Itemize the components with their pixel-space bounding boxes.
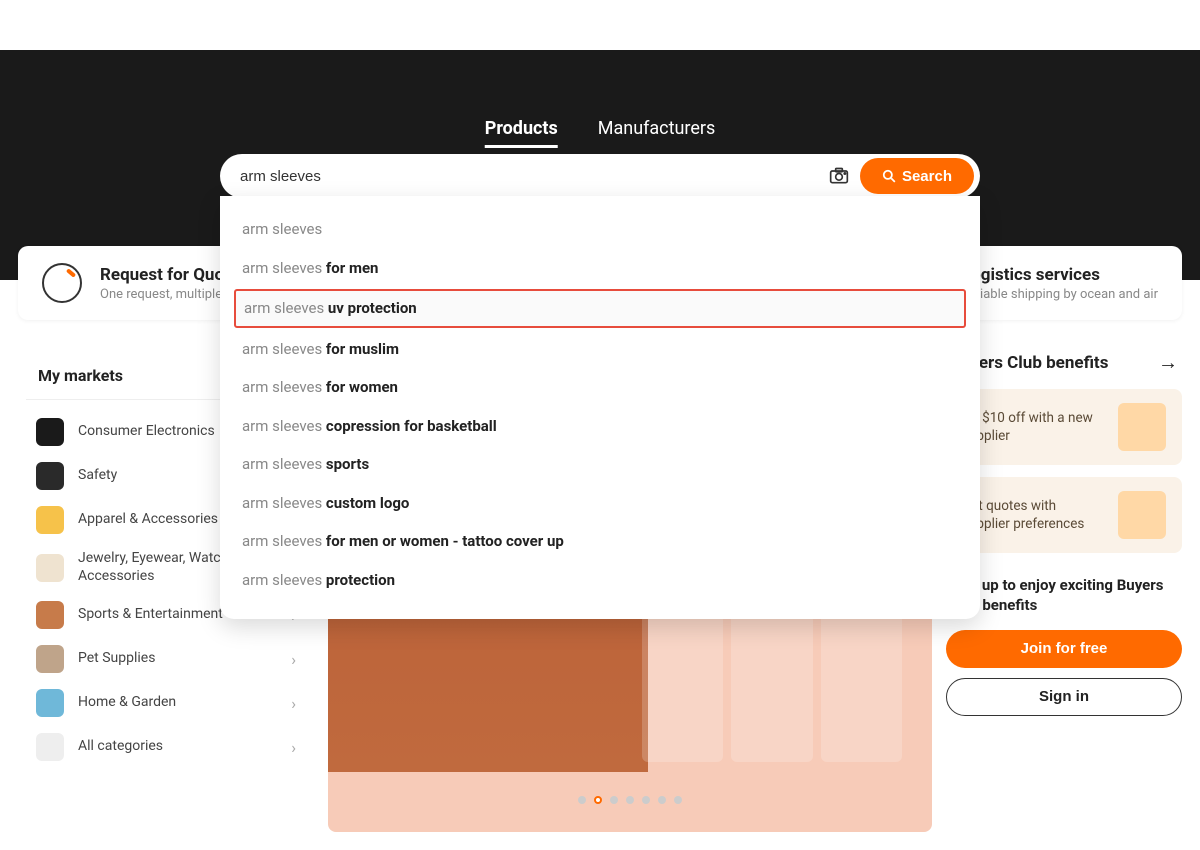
market-label: Pet Supplies [78,650,277,668]
coupon-icon [1118,403,1166,451]
benefit-text: Get quotes with supplier preferences [962,497,1106,533]
carousel-dot[interactable] [642,796,650,804]
search-suggestion[interactable]: arm sleeves for muslim [220,330,980,369]
suggestion-prefix: arm sleeves [242,494,326,512]
arrow-right-icon: → [1158,350,1178,375]
chevron-right-icon: › [291,694,296,713]
image-search-icon[interactable] [828,165,850,187]
tab-products[interactable]: Products [485,118,558,148]
market-category-icon [36,601,64,629]
market-category-icon [36,506,64,534]
search-input[interactable] [240,168,818,185]
search-suggestion[interactable]: arm sleeves for men [220,249,980,288]
search-suggestion[interactable]: arm sleeves uv protection [234,289,966,328]
suggestion-completion: for women [326,378,398,396]
market-label: Home & Garden [78,694,277,712]
suggestion-prefix: arm sleeves [244,299,328,317]
search-suggestion[interactable]: arm sleeves copression for basketball [220,407,980,446]
carousel-dot[interactable] [626,796,634,804]
market-category-icon [36,554,64,582]
market-item[interactable]: All categories › [26,725,306,769]
signup-prompt-text: Sign up to enjoy exciting Buyers Club be… [948,575,1180,616]
search-button[interactable]: Search [860,158,974,194]
logistics-right[interactable]: Logistics services Reliable shipping by … [962,265,1158,302]
search-container: Search arm sleevesarm sleeves for menarm… [220,154,980,619]
search-suggestion[interactable]: arm sleeves for men or women - tattoo co… [220,522,980,561]
market-category-icon [36,689,64,717]
suggestion-completion: custom logo [326,494,409,512]
market-category-icon [36,645,64,673]
sign-in-button[interactable]: Sign in [946,678,1182,716]
suggestion-completion: for men or women - tattoo cover up [326,532,564,550]
suggestion-prefix: arm sleeves [242,378,326,396]
preferences-icon [1118,491,1166,539]
chevron-right-icon: › [291,738,296,757]
logistics-title: Logistics services [962,265,1158,285]
market-category-icon [36,462,64,490]
join-free-button[interactable]: Join for free [946,630,1182,668]
suggestion-prefix: arm sleeves [242,532,326,550]
market-item[interactable]: Home & Garden › [26,681,306,725]
carousel-dot[interactable] [610,796,618,804]
suggestion-completion: for muslim [326,340,399,358]
carousel-dots [578,796,682,804]
suggestion-completion: protection [326,571,395,589]
carousel-dot[interactable] [674,796,682,804]
market-label: All categories [78,738,277,756]
search-suggestion[interactable]: arm sleeves protection [220,561,980,600]
search-type-tabs: Products Manufacturers [485,118,716,148]
search-suggestion[interactable]: arm sleeves [220,210,980,249]
carousel-dot[interactable] [658,796,666,804]
search-suggestion[interactable]: arm sleeves custom logo [220,484,980,523]
search-suggestions: arm sleevesarm sleeves for menarm sleeve… [220,196,980,619]
search-suggestion[interactable]: arm sleeves for women [220,368,980,407]
market-category-icon [36,733,64,761]
buyers-club-title-row[interactable]: Buyers Club benefits → [946,346,1182,389]
chevron-right-icon: › [291,650,296,669]
rfq-target-icon [42,263,82,303]
suggestion-prefix: arm sleeves [242,340,326,358]
benefit-text: US $10 off with a new supplier [962,409,1106,445]
suggestion-prefix: arm sleeves [242,259,326,277]
carousel-dot[interactable] [578,796,586,804]
suggestion-prefix: arm sleeves [242,417,326,435]
suggestion-completion: sports [326,455,369,473]
carousel-dot[interactable] [594,796,602,804]
tab-manufacturers[interactable]: Manufacturers [598,118,716,148]
search-button-label: Search [902,168,952,185]
benefit-card-discount[interactable]: US $10 off with a new supplier [946,389,1182,465]
suggestion-completion: for men [326,259,379,277]
logistics-subtitle: Reliable shipping by ocean and air [962,287,1158,302]
suggestion-prefix: arm sleeves [242,220,322,238]
suggestion-prefix: arm sleeves [242,455,326,473]
suggestion-completion: uv protection [328,299,417,317]
search-suggestion[interactable]: arm sleeves sports [220,445,980,484]
suggestion-prefix: arm sleeves [242,571,326,589]
benefit-card-quotes[interactable]: Get quotes with supplier preferences [946,477,1182,553]
market-item[interactable]: Pet Supplies › [26,637,306,681]
search-bar: Search [220,154,980,198]
suggestion-completion: copression for basketball [326,417,497,435]
buyers-club-column: Buyers Club benefits → US $10 off with a… [946,346,1182,832]
market-category-icon [36,418,64,446]
